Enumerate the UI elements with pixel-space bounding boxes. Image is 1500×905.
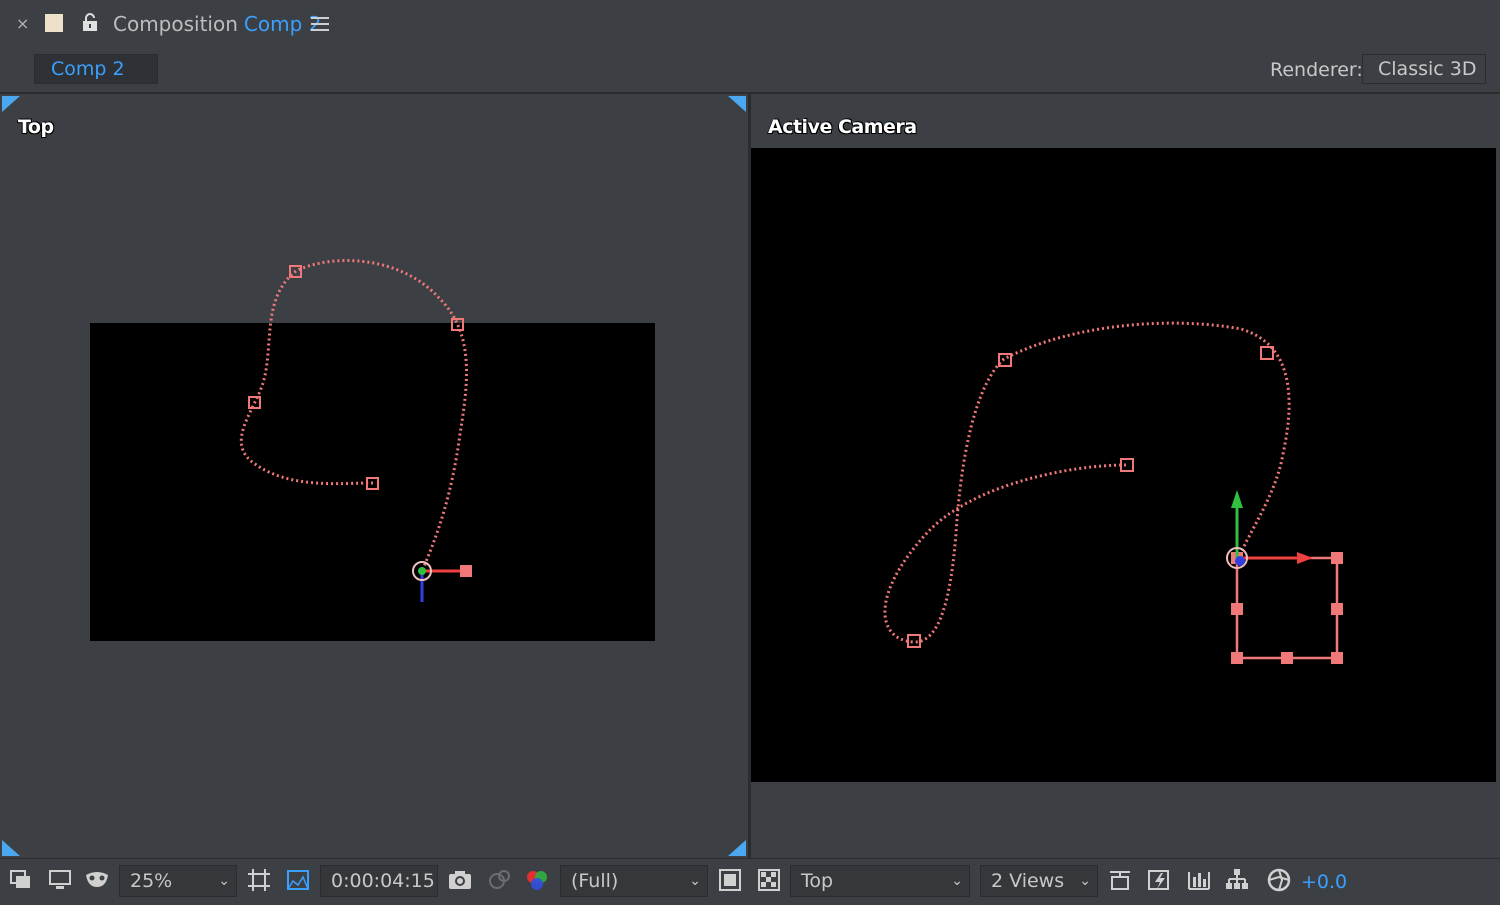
tab-comp-2[interactable]: Comp 2 xyxy=(34,54,158,84)
renderer-select[interactable]: Classic 3D xyxy=(1362,54,1486,84)
timecode-value: 0:00:04:15 xyxy=(331,870,435,892)
camera-gizmo-top[interactable] xyxy=(412,561,472,602)
magnification-select[interactable]: 25% ⌄ xyxy=(119,865,237,897)
chevron-down-icon: ⌄ xyxy=(218,873,230,889)
lock-icon[interactable] xyxy=(80,12,100,32)
camera-snapshot-icon[interactable] xyxy=(447,867,473,893)
panel-menu-icon[interactable] xyxy=(311,17,329,31)
layer-bounding-box[interactable] xyxy=(1231,552,1343,664)
chevron-down-icon: ⌄ xyxy=(1079,873,1091,889)
transparency-grid-icon[interactable] xyxy=(285,867,311,893)
renderer-label: Renderer: xyxy=(1270,59,1363,81)
label-color-swatch[interactable] xyxy=(45,14,63,32)
fast-previews-icon[interactable] xyxy=(717,867,743,893)
reset-exposure-icon[interactable] xyxy=(1266,867,1292,893)
motion-path-top[interactable] xyxy=(0,94,748,858)
view-layout-select[interactable]: 2 Views ⌄ xyxy=(980,865,1098,897)
resolution-value: (Full) xyxy=(571,870,619,892)
chevron-down-icon: ⌄ xyxy=(689,873,701,889)
timeline-icon[interactable] xyxy=(1186,867,1212,893)
viewer-toolbar: 25% ⌄ 0:00:04:15 (Full) ⌄ Top ⌄ 2 Views … xyxy=(0,858,1500,905)
checkerboard-icon[interactable] xyxy=(756,867,782,893)
3d-view-value: Top xyxy=(801,870,834,892)
show-snapshot-icon[interactable] xyxy=(486,867,512,893)
panel-title-prefix: Composition xyxy=(113,12,238,36)
current-time-display[interactable]: 0:00:04:15 xyxy=(320,865,438,897)
monitor-icon[interactable] xyxy=(47,867,73,893)
composition-name-link[interactable]: Comp 2 xyxy=(244,12,321,36)
exposure-value[interactable]: +0.0 xyxy=(1301,871,1347,893)
panel-header: × Composition Comp 2 xyxy=(0,0,1500,50)
chevron-down-icon: ⌄ xyxy=(951,873,963,889)
draft-3d-icon[interactable] xyxy=(1107,867,1133,893)
flowchart-icon[interactable] xyxy=(1224,867,1250,893)
top-view-viewer[interactable]: Top xyxy=(0,94,748,858)
region-of-interest-icon[interactable] xyxy=(246,867,272,893)
close-icon[interactable]: × xyxy=(16,14,29,33)
panel-title: Composition Comp 2 xyxy=(113,12,321,36)
mask-icon[interactable] xyxy=(84,867,110,893)
color-channels-icon[interactable] xyxy=(524,867,550,893)
camera-gizmo-active[interactable] xyxy=(1226,490,1313,569)
view-layout-value: 2 Views xyxy=(991,870,1065,892)
resolution-select[interactable]: (Full) ⌄ xyxy=(560,865,708,897)
motion-path-camera[interactable] xyxy=(751,94,1500,858)
3d-view-select[interactable]: Top ⌄ xyxy=(790,865,970,897)
magnification-value: 25% xyxy=(130,870,173,892)
fast-render-icon[interactable] xyxy=(1146,867,1172,893)
active-camera-viewer[interactable]: Active Camera xyxy=(751,94,1500,858)
always-preview-icon[interactable] xyxy=(8,867,34,893)
